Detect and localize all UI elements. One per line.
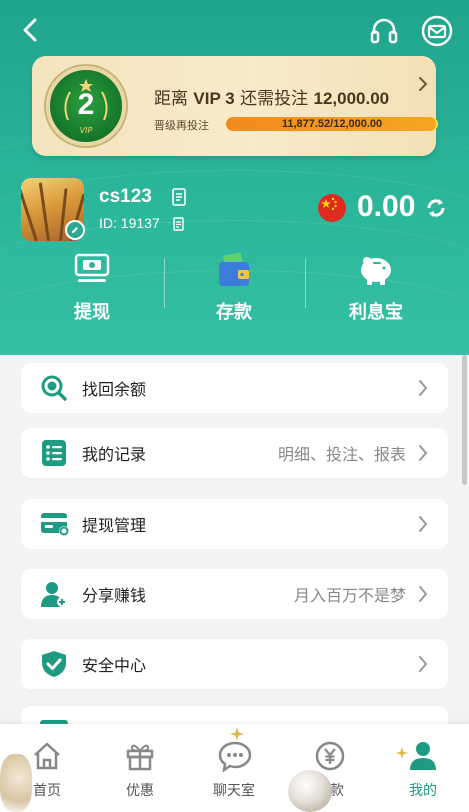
vip-progress-label: 11,877.52/12,000.00 <box>281 118 383 130</box>
withdraw-icon <box>73 252 111 288</box>
star-decoration <box>230 726 244 745</box>
menu-item-withdraw-management[interactable]: 提现管理 <box>21 499 448 549</box>
menu-label: 提现管理 <box>82 516 147 535</box>
shield-check-icon <box>40 650 68 682</box>
user-id: ID: 19137 <box>99 215 160 231</box>
home-icon <box>31 740 63 776</box>
deposit-button[interactable]: 存款 <box>164 252 304 327</box>
copy-id-icon[interactable] <box>172 216 185 232</box>
withdraw-button[interactable]: 提现 <box>22 252 162 327</box>
tab-label: 优惠 <box>126 783 154 799</box>
gift-icon <box>124 740 156 776</box>
chevron-right-icon <box>418 444 428 466</box>
withdraw-label: 提现 <box>74 302 110 323</box>
tab-deposit[interactable]: 存款 <box>283 724 377 812</box>
copy-username-icon[interactable] <box>171 187 187 207</box>
star-decoration <box>396 744 408 763</box>
chevron-right-icon <box>418 379 428 401</box>
vip-badge-label: VIP <box>79 126 93 135</box>
china-flag-icon <box>317 193 347 223</box>
vip-progress-bar: 11,877.52/12,000.00 <box>226 117 438 131</box>
menu-label: 安全中心 <box>82 656 147 675</box>
tab-label: 我的 <box>409 783 437 799</box>
piggy-bank-icon <box>357 252 395 288</box>
headset-icon[interactable] <box>367 14 401 48</box>
menu-item-security-center[interactable]: 安全中心 <box>21 639 448 689</box>
vip-sub-label: 晋级再投注 <box>154 119 209 132</box>
chevron-right-icon <box>418 655 428 677</box>
profile-header: 2 VIP 距离 VIP 3 还需投注 12,000.00 晋级再投注 11,8… <box>0 0 469 355</box>
menu-item-recover-balance[interactable]: 找回余额 <box>21 363 448 413</box>
edit-avatar-icon[interactable] <box>65 220 85 240</box>
tab-label: 聊天室 <box>213 783 255 799</box>
refresh-icon[interactable] <box>424 196 448 220</box>
scrollbar[interactable] <box>462 355 467 485</box>
tab-chatroom[interactable]: 聊天室 <box>187 724 281 812</box>
wallet-icon <box>216 252 252 290</box>
vip-level-badge: 2 VIP <box>46 66 126 146</box>
menu-hint: 明细、投注、报表 <box>277 445 406 464</box>
chat-bubble-icon <box>218 740 252 776</box>
username: cs123 <box>99 186 152 207</box>
menu-label: 找回余额 <box>82 380 147 399</box>
yuan-coin-icon <box>314 740 346 776</box>
tab-promotions[interactable]: 优惠 <box>93 724 187 812</box>
vip-progress-card[interactable]: 2 VIP 距离 VIP 3 还需投注 12,000.00 晋级再投注 11,8… <box>32 56 438 156</box>
chevron-right-icon <box>418 515 428 537</box>
card-settings-icon <box>40 510 70 542</box>
menu-hint: 月入百万不是梦 <box>293 586 406 605</box>
bottom-tab-bar: 首页 优惠 聊天室 存款 我的 <box>0 724 469 812</box>
tab-home[interactable]: 首页 <box>0 724 94 812</box>
menu-label: 分享赚钱 <box>82 586 147 605</box>
user-share-icon <box>40 580 68 612</box>
search-coin-icon <box>40 374 68 406</box>
vip-level-number: 2 <box>77 88 95 121</box>
user-profile-icon <box>407 740 439 776</box>
deposit-label: 存款 <box>216 302 252 323</box>
tab-profile[interactable]: 我的 <box>376 724 469 812</box>
chevron-right-icon <box>416 74 430 94</box>
menu-label: 我的记录 <box>82 445 147 464</box>
envelope-icon[interactable] <box>419 13 455 49</box>
chevron-right-icon <box>418 585 428 607</box>
list-document-icon <box>40 439 68 471</box>
back-arrow-icon[interactable] <box>14 14 46 46</box>
menu-item-share-earn[interactable]: 分享赚钱 月入百万不是梦 <box>21 569 448 619</box>
balloon-decoration <box>0 754 32 812</box>
menu-item-my-records[interactable]: 我的记录 明细、投注、报表 <box>21 428 448 478</box>
interest-treasure-label: 利息宝 <box>349 302 403 323</box>
balance-amount: 0.00 <box>357 190 416 223</box>
ornament-decoration <box>288 770 332 812</box>
vip-requirement-text: 距离 VIP 3 还需投注 12,000.00 <box>154 89 390 109</box>
interest-treasure-button[interactable]: 利息宝 <box>306 252 446 327</box>
